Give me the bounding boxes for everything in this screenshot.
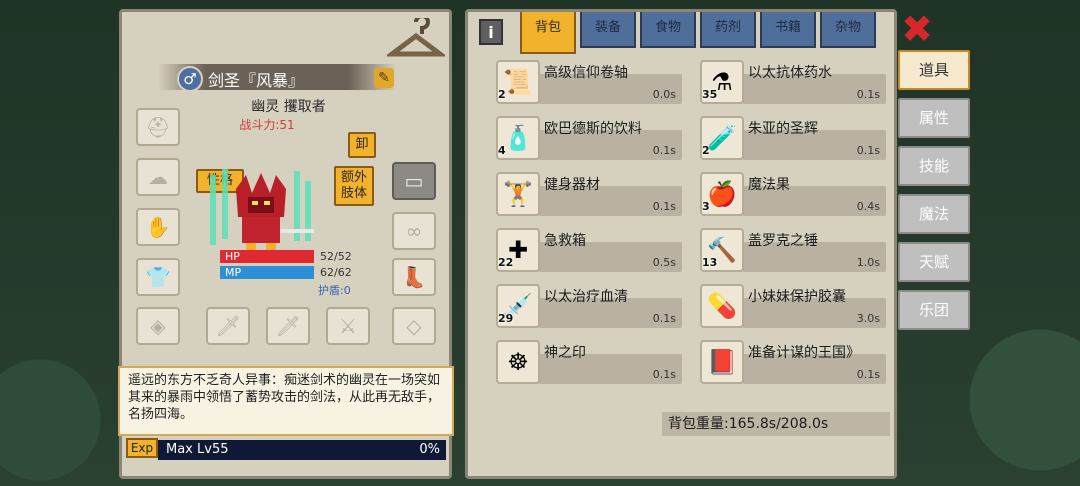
cloak-slot[interactable]: ☁ [136, 158, 180, 196]
item-time: 0.1s [856, 368, 880, 381]
character-panel: ♂ 剑圣『风暴』 ✎ 幽灵 攫取者 战斗力:51 ⛑ ☁ ✋ 👕 ◈ ▭ ∞ 👢… [118, 9, 454, 479]
mp-label: MP [225, 266, 242, 279]
inventory-item[interactable]: 📜 2 高级信仰卷轴 0.0s [482, 60, 682, 108]
book-icon: 📕 [700, 340, 744, 384]
extra-limb-slot[interactable]: ▭ [392, 162, 436, 200]
inventory-item[interactable]: ☸ 神之印 0.1s [482, 340, 682, 388]
hp-value: 52/52 [320, 250, 352, 263]
male-gender-icon: ♂ [177, 66, 203, 92]
inventory-item[interactable]: ⚗ 35 以太抗体药水 0.1s [686, 60, 886, 108]
close-icon[interactable]: ✖ [900, 10, 934, 48]
hero-name: 剑圣『风暴』 [208, 71, 305, 90]
inventory-item[interactable]: 🏋 健身器材 0.1s [482, 172, 682, 220]
tab-food[interactable]: 食物 [640, 12, 696, 48]
inventory-item[interactable]: 📕 准备计谋的王国》 0.1s [686, 340, 886, 388]
item-time: 0.0s [652, 88, 676, 101]
item-time: 0.4s [856, 200, 880, 213]
info-icon[interactable]: i [479, 19, 503, 45]
tab-equipment[interactable]: 装备 [580, 12, 636, 48]
inventory-item[interactable]: 🧪 2 朱亚的圣辉 0.1s [686, 116, 886, 164]
side-tab-band[interactable]: 乐团 [898, 290, 970, 330]
inventory-item[interactable]: 💉 29 以太治疗血清 0.1s [482, 284, 682, 332]
inventory-item[interactable]: 🔨 13 盖罗克之锤 1.0s [686, 228, 886, 276]
hero-story: 遥远的东方不乏奇人异事：痴迷剑术的幽灵在一场突如其来的暴雨中领悟了蓄势攻击的剑法… [118, 366, 454, 436]
unequip-button[interactable]: 卸 [348, 132, 376, 158]
weapon-slot-1[interactable]: 🗡 [206, 307, 250, 345]
exp-percent: 0% [419, 442, 440, 457]
side-tab-talents[interactable]: 天赋 [898, 242, 970, 282]
item-name: 以太治疗血清 [544, 289, 628, 305]
inventory-item[interactable]: 💊 小妹妹保护胶囊 3.0s [686, 284, 886, 332]
item-time: 0.1s [652, 312, 676, 325]
inventory-item[interactable]: 🍎 3 魔法果 0.4s [686, 172, 886, 220]
extra-limb-button[interactable]: 额外 肢体 [334, 166, 374, 206]
hp-label: HP [225, 250, 240, 263]
item-count: 13 [702, 256, 718, 269]
side-tab-items[interactable]: 道具 [898, 50, 970, 90]
hanger-icon[interactable] [387, 18, 445, 62]
item-name: 欧巴德斯的饮料 [544, 121, 642, 137]
item-name: 急救箱 [544, 233, 586, 249]
mp-value: 62/62 [320, 266, 352, 279]
ring-slot[interactable]: ◈ [136, 307, 180, 345]
helmet-slot[interactable]: ⛑ [136, 108, 180, 146]
accessory-slot[interactable]: ◇ [392, 307, 436, 345]
gauntlet-slot[interactable]: ✋ [136, 208, 180, 246]
amulet-slot[interactable]: ∞ [392, 212, 436, 250]
weapon-slot-3[interactable]: ⚔ [326, 307, 370, 345]
exp-icon: Exp [126, 438, 158, 458]
item-count: 35 [702, 88, 718, 101]
item-time: 3.0s [856, 312, 880, 325]
item-count: 2 [498, 88, 506, 101]
item-name: 小妹妹保护胶囊 [748, 289, 846, 305]
dumbbell-icon: 🏋 [496, 172, 540, 216]
side-tab-skills[interactable]: 技能 [898, 146, 970, 186]
item-count: 22 [498, 256, 514, 269]
item-name: 健身器材 [544, 177, 600, 193]
item-count: 4 [498, 144, 506, 157]
tab-misc[interactable]: 杂物 [820, 12, 876, 48]
item-count: 29 [498, 312, 514, 325]
item-name: 魔法果 [748, 177, 790, 193]
exp-bar: Max Lv55 0% [158, 440, 446, 460]
item-name: 以太抗体药水 [748, 65, 832, 81]
capsule-icon: 💊 [700, 284, 744, 328]
seal-icon: ☸ [496, 340, 540, 384]
item-name: 高级信仰卷轴 [544, 65, 628, 81]
backpack-weight: 背包重量:165.8s/208.0s [662, 412, 890, 436]
tab-backpack[interactable]: 背包 [520, 12, 576, 54]
shield-value: 护盾:0 [318, 284, 351, 297]
item-time: 0.5s [652, 256, 676, 269]
item-name: 盖罗克之锤 [748, 233, 818, 249]
tab-books[interactable]: 书籍 [760, 12, 816, 48]
side-tab-magic[interactable]: 魔法 [898, 194, 970, 234]
weapon-slot-2[interactable]: 🗡 [266, 307, 310, 345]
inventory-item[interactable]: 🧴 4 欧巴德斯的饮料 0.1s [482, 116, 682, 164]
boots-slot[interactable]: 👢 [392, 258, 436, 296]
inventory-panel: i 背包 装备 食物 药剂 书籍 杂物 📜 2 高级信仰卷轴 0.0s ⚗ 35 以太抗体药… [465, 9, 897, 479]
side-tab-attributes[interactable]: 属性 [898, 98, 970, 138]
item-time: 1.0s [856, 256, 880, 269]
item-time: 0.1s [652, 144, 676, 157]
inventory-item[interactable]: ✚ 22 急救箱 0.5s [482, 228, 682, 276]
item-count: 2 [702, 144, 710, 157]
tab-potions[interactable]: 药剂 [700, 12, 756, 48]
level-text: Max Lv55 [166, 442, 229, 457]
item-name: 准备计谋的王国》 [748, 345, 860, 361]
item-time: 0.1s [856, 144, 880, 157]
armor-slot[interactable]: 👕 [136, 258, 180, 296]
item-time: 0.1s [652, 368, 676, 381]
rename-pencil-icon[interactable]: ✎ [374, 68, 394, 88]
item-count: 3 [702, 200, 710, 213]
item-time: 0.1s [652, 200, 676, 213]
item-time: 0.1s [856, 88, 880, 101]
hero-sprite [210, 169, 314, 253]
item-name: 朱亚的圣辉 [748, 121, 818, 137]
item-name: 神之印 [544, 345, 586, 361]
